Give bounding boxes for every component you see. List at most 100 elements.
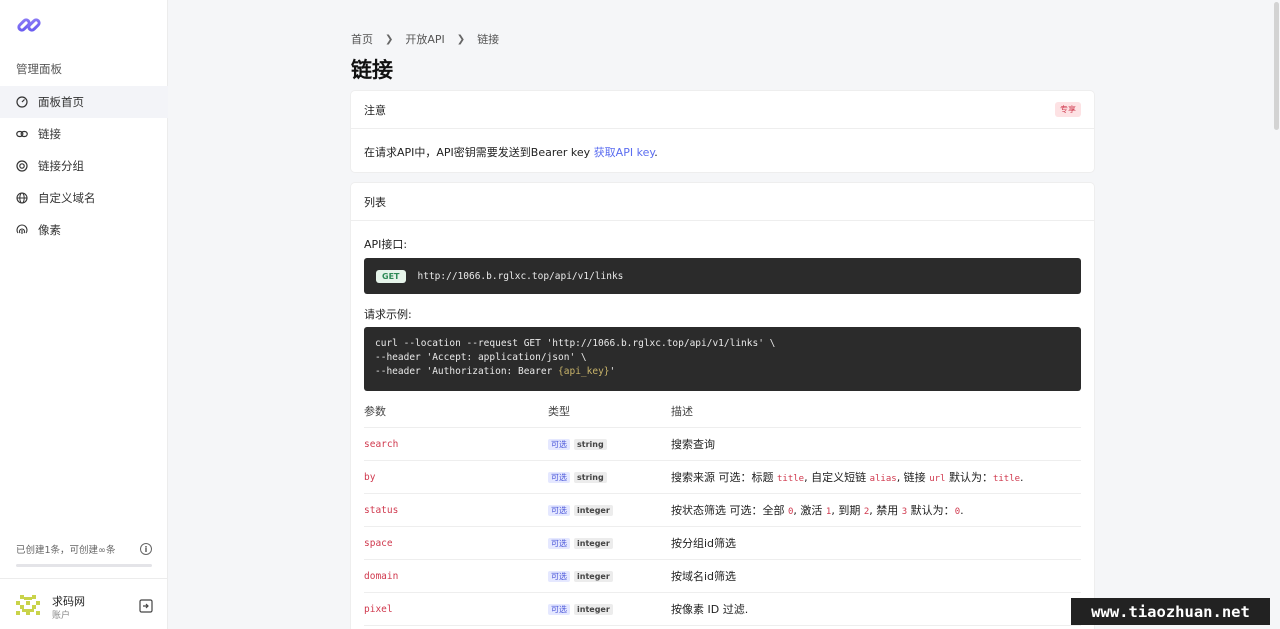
sidebar-item-label: 面板首页 [38,95,84,109]
quota-progress-bar [16,564,152,567]
user-panel[interactable]: 求码网 账户 [0,578,168,629]
param-type-cell: 可选 integer [548,592,671,626]
optional-tag: 可选 [548,604,570,615]
breadcrumb-home[interactable]: 首页 [351,31,373,47]
optional-tag: 可选 [548,538,570,549]
curl-line: --header 'Authorization: Bearer [375,366,559,377]
user-name: 求码网 [52,595,85,608]
pro-badge: 专享 [1055,102,1081,117]
param-desc: 按分组id筛选 [671,536,737,550]
table-header-row: 参数 类型 描述 [364,395,1081,428]
param-desc-cell: 排序 可选：降序 desc, 升序 asc, 访问最多 max, 访问最少 mi… [671,625,1081,629]
param-desc: 搜索来源 可选：标题 [671,470,777,484]
column-header-type: 类型 [548,395,671,428]
param-desc: , 激活 [793,503,826,517]
endpoint-label: API接口: [364,238,408,251]
sidebar-nav: 面板首页 链接 链接分组 自定义域名 像素 [0,86,168,246]
param-type-cell: 可选 integer [548,493,671,527]
param-desc: . [960,503,964,517]
breadcrumb-links: 链接 [477,33,500,46]
sidebar-item-label: 链接 [38,127,61,141]
code-value: title [992,473,1021,484]
param-name-cell: status [364,493,548,527]
optional-tag: 可选 [548,571,570,582]
param-desc-cell: 搜索查询 [671,427,1081,461]
table-row: search 可选 string 搜索查询 [364,427,1081,461]
logo-link-icon[interactable] [16,12,42,38]
list-card: 列表 API接口: GET http://1066.b.rglxc.top/ap… [351,183,1094,629]
type-tag: integer [574,538,613,549]
sidebar-item-custom-domains[interactable]: 自定义域名 [0,182,168,214]
curl-line: curl --location --request GET 'http://10… [375,338,776,349]
page-title: 链接 [351,58,393,82]
param-desc: 按像素 ID 过滤. [671,602,749,616]
curl-example[interactable]: curl --location --request GET 'http://10… [364,327,1081,391]
table-row: sort可选string排序 可选：降序 desc, 升序 asc, 访问最多 … [364,625,1081,629]
breadcrumb-open-api[interactable]: 开放API [405,31,444,47]
param-desc: , 禁用 [869,503,902,517]
param-desc: . [1020,470,1024,484]
param-desc: 搜索查询 [671,437,715,451]
param-desc: , 自定义短链 [804,470,870,484]
param-desc-cell: 按分组id筛选 [671,526,1081,560]
endpoint-box[interactable]: GET http://1066.b.rglxc.top/api/v1/links [364,258,1081,294]
sidebar-item-label: 链接分组 [38,159,84,173]
param-name: by [364,472,376,483]
code-value: title [777,473,805,484]
fingerprint-icon [16,224,28,236]
list-card-title: 列表 [364,195,386,209]
chevron-right-icon: ❯ [456,33,466,45]
param-name: search [364,439,399,450]
param-name: status [364,505,399,516]
note-card-title: 注意 [364,103,386,117]
column-header-desc: 描述 [671,395,1081,428]
type-tag: string [574,472,607,483]
param-type-cell: 可选 integer [548,559,671,593]
param-name: space [364,538,393,549]
column-header-param: 参数 [364,395,548,428]
note-text-main: 在请求API中，API密钥需要发送到Bearer key [364,146,594,159]
sidebar-item-label: 像素 [38,223,61,237]
param-desc: 按状态筛选 可选：全部 [671,503,788,517]
info-icon[interactable]: i [140,543,152,555]
optional-tag: 可选 [548,505,570,516]
param-type-cell: 可选 integer [548,526,671,560]
list-card-header: 列表 [351,183,1094,221]
param-name-cell: sort [364,625,548,629]
param-desc: , 链接 [896,470,930,484]
param-desc-cell: 按像素 ID 过滤. [671,592,1081,626]
param-desc: 默认为： [945,470,993,484]
param-name-cell: space [364,526,548,560]
sidebar-item-dashboard[interactable]: 面板首页 [0,86,168,118]
note-card: 注意 专享 在请求API中，API密钥需要发送到Bearer key 获取API… [351,91,1094,172]
param-desc-cell: 按域名id筛选 [671,559,1081,593]
table-row: by 可选 string 搜索来源 可选：标题 title, 自定义短链 alias,… [364,460,1081,494]
avatar[interactable] [16,593,40,617]
curl-line: --header 'Accept: application/json' \ [375,352,587,363]
param-name-cell: by [364,460,548,494]
user-role: 账户 [52,611,71,621]
sidebar-item-link-groups[interactable]: 链接分组 [0,150,168,182]
table-row: pixel 可选 integer 按像素 ID 过滤. [364,592,1081,626]
type-tag: integer [574,571,613,582]
get-api-key-link[interactable]: 获取API key [594,146,655,159]
logout-icon[interactable] [139,599,153,613]
type-tag: string [574,439,607,450]
params-table: 参数 类型 描述 search 可选 string 搜索查询 by 可选 string 搜索来… [364,395,1081,629]
chevron-right-icon: ❯ [385,33,394,45]
scrollbar[interactable] [1272,0,1280,629]
globe-icon [16,192,28,204]
sidebar-item-pixels[interactable]: 像素 [0,214,168,246]
param-desc: 按域名id筛选 [671,569,737,583]
table-row: space 可选 integer 按分组id筛选 [364,526,1081,560]
scrollbar-thumb[interactable] [1274,2,1279,130]
param-desc: 默认为： [907,503,955,517]
watermark: www.tiaozhuan.net [1071,598,1270,625]
sidebar: 管理面板 面板首页 链接 链接分组 自定义域名 像素 已创建1条，可创建∞条 i… [0,0,168,629]
code-value: url [929,473,946,484]
param-desc: , 到期 [831,503,864,517]
table-row: domain 可选 integer 按域名id筛选 [364,559,1081,593]
optional-tag: 可选 [548,472,570,483]
endpoint-url: http://1066.b.rglxc.top/api/v1/links [417,270,624,282]
sidebar-item-links[interactable]: 链接 [0,118,168,150]
